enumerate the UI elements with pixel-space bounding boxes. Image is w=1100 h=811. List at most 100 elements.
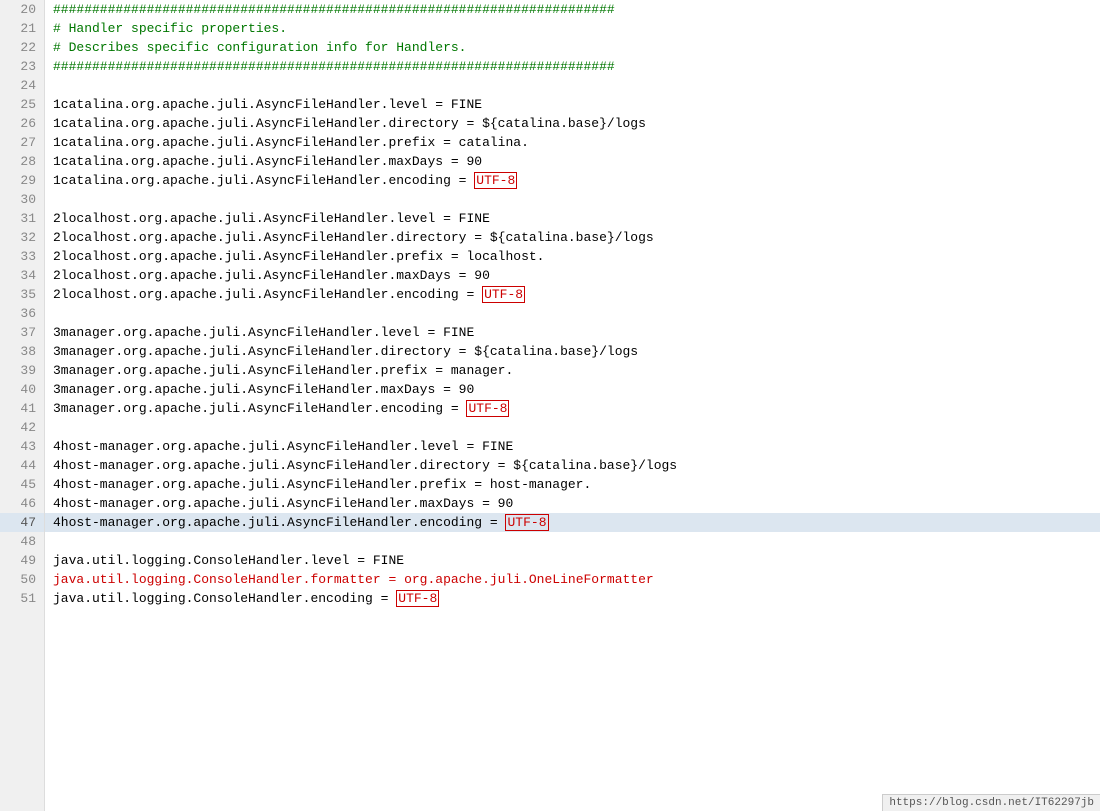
code-line-30 <box>45 190 1100 209</box>
line-number-38: 38 <box>0 342 44 361</box>
code-line-32: 2localhost.org.apache.juli.AsyncFileHand… <box>45 228 1100 247</box>
code-text: 1catalina.org.apache.juli.AsyncFileHandl… <box>53 154 482 169</box>
line-number-28: 28 <box>0 152 44 171</box>
code-line-22: # Describes specific configuration info … <box>45 38 1100 57</box>
code-line-45: 4host-manager.org.apache.juli.AsyncFileH… <box>45 475 1100 494</box>
line-number-35: 35 <box>0 285 44 304</box>
highlighted-value: UTF-8 <box>505 514 548 531</box>
line-number-34: 34 <box>0 266 44 285</box>
code-text: 3manager.org.apache.juli.AsyncFileHandle… <box>53 401 466 416</box>
line-number-31: 31 <box>0 209 44 228</box>
line-number-36: 36 <box>0 304 44 323</box>
line-number-27: 27 <box>0 133 44 152</box>
line-number-25: 25 <box>0 95 44 114</box>
code-text: 2localhost.org.apache.juli.AsyncFileHand… <box>53 287 482 302</box>
code-line-44: 4host-manager.org.apache.juli.AsyncFileH… <box>45 456 1100 475</box>
comment-text: ########################################… <box>53 59 615 74</box>
code-line-48 <box>45 532 1100 551</box>
code-text: 4host-manager.org.apache.juli.AsyncFileH… <box>53 477 591 492</box>
code-text: java.util.logging.ConsoleHandler.encodin… <box>53 591 396 606</box>
code-text: 2localhost.org.apache.juli.AsyncFileHand… <box>53 268 490 283</box>
line-number-24: 24 <box>0 76 44 95</box>
line-number-44: 44 <box>0 456 44 475</box>
highlighted-value: UTF-8 <box>396 590 439 607</box>
line-number-39: 39 <box>0 361 44 380</box>
code-line-20: ########################################… <box>45 0 1100 19</box>
line-number-48: 48 <box>0 532 44 551</box>
code-line-42 <box>45 418 1100 437</box>
line-number-42: 42 <box>0 418 44 437</box>
code-text: 1catalina.org.apache.juli.AsyncFileHandl… <box>53 173 474 188</box>
code-line-25: 1catalina.org.apache.juli.AsyncFileHandl… <box>45 95 1100 114</box>
code-text: 1catalina.org.apache.juli.AsyncFileHandl… <box>53 116 646 131</box>
code-line-34: 2localhost.org.apache.juli.AsyncFileHand… <box>45 266 1100 285</box>
code-line-27: 1catalina.org.apache.juli.AsyncFileHandl… <box>45 133 1100 152</box>
code-text: java.util.logging.ConsoleHandler.level =… <box>53 553 404 568</box>
url-bar: https://blog.csdn.net/IT62297jb <box>882 794 1100 811</box>
code-line-37: 3manager.org.apache.juli.AsyncFileHandle… <box>45 323 1100 342</box>
code-line-51: java.util.logging.ConsoleHandler.encodin… <box>45 589 1100 608</box>
code-text: 3manager.org.apache.juli.AsyncFileHandle… <box>53 325 474 340</box>
highlighted-value: UTF-8 <box>474 172 517 189</box>
code-line-33: 2localhost.org.apache.juli.AsyncFileHand… <box>45 247 1100 266</box>
line-number-47: 47 <box>0 513 44 532</box>
code-text: 2localhost.org.apache.juli.AsyncFileHand… <box>53 211 490 226</box>
code-text: 4host-manager.org.apache.juli.AsyncFileH… <box>53 458 677 473</box>
code-editor: 2021222324252627282930313233343536373839… <box>0 0 1100 811</box>
line-number-29: 29 <box>0 171 44 190</box>
line-number-26: 26 <box>0 114 44 133</box>
line-number-40: 40 <box>0 380 44 399</box>
comment-text: ########################################… <box>53 2 615 17</box>
code-line-35: 2localhost.org.apache.juli.AsyncFileHand… <box>45 285 1100 304</box>
code-line-47: 4host-manager.org.apache.juli.AsyncFileH… <box>45 513 1100 532</box>
line-number-20: 20 <box>0 0 44 19</box>
line-number-23: 23 <box>0 57 44 76</box>
line-number-50: 50 <box>0 570 44 589</box>
code-text: 1catalina.org.apache.juli.AsyncFileHandl… <box>53 135 529 150</box>
red-value-text: org.apache.juli.OneLineFormatter <box>404 572 654 587</box>
code-text: 2localhost.org.apache.juli.AsyncFileHand… <box>53 230 654 245</box>
highlighted-value: UTF-8 <box>466 400 509 417</box>
code-line-26: 1catalina.org.apache.juli.AsyncFileHandl… <box>45 114 1100 133</box>
highlighted-value: UTF-8 <box>482 286 525 303</box>
comment-text: # Handler specific properties. <box>53 21 287 36</box>
code-text: 2localhost.org.apache.juli.AsyncFileHand… <box>53 249 544 264</box>
code-line-41: 3manager.org.apache.juli.AsyncFileHandle… <box>45 399 1100 418</box>
line-number-33: 33 <box>0 247 44 266</box>
line-number-45: 45 <box>0 475 44 494</box>
code-text: 4host-manager.org.apache.juli.AsyncFileH… <box>53 496 513 511</box>
code-line-36 <box>45 304 1100 323</box>
code-line-31: 2localhost.org.apache.juli.AsyncFileHand… <box>45 209 1100 228</box>
line-number-43: 43 <box>0 437 44 456</box>
code-text: 3manager.org.apache.juli.AsyncFileHandle… <box>53 382 474 397</box>
code-text: 4host-manager.org.apache.juli.AsyncFileH… <box>53 515 505 530</box>
line-number-22: 22 <box>0 38 44 57</box>
code-line-39: 3manager.org.apache.juli.AsyncFileHandle… <box>45 361 1100 380</box>
code-line-23: ########################################… <box>45 57 1100 76</box>
red-code-text: java.util.logging.ConsoleHandler.formatt… <box>53 572 404 587</box>
line-number-37: 37 <box>0 323 44 342</box>
line-number-51: 51 <box>0 589 44 608</box>
line-number-21: 21 <box>0 19 44 38</box>
line-number-41: 41 <box>0 399 44 418</box>
code-line-43: 4host-manager.org.apache.juli.AsyncFileH… <box>45 437 1100 456</box>
code-text: 3manager.org.apache.juli.AsyncFileHandle… <box>53 344 638 359</box>
code-line-50: java.util.logging.ConsoleHandler.formatt… <box>45 570 1100 589</box>
line-number-49: 49 <box>0 551 44 570</box>
code-text: 4host-manager.org.apache.juli.AsyncFileH… <box>53 439 513 454</box>
code-line-28: 1catalina.org.apache.juli.AsyncFileHandl… <box>45 152 1100 171</box>
code-line-29: 1catalina.org.apache.juli.AsyncFileHandl… <box>45 171 1100 190</box>
line-numbers: 2021222324252627282930313233343536373839… <box>0 0 45 811</box>
code-line-49: java.util.logging.ConsoleHandler.level =… <box>45 551 1100 570</box>
code-line-46: 4host-manager.org.apache.juli.AsyncFileH… <box>45 494 1100 513</box>
code-line-24 <box>45 76 1100 95</box>
line-number-32: 32 <box>0 228 44 247</box>
comment-text: # Describes specific configuration info … <box>53 40 466 55</box>
line-number-46: 46 <box>0 494 44 513</box>
code-text: 3manager.org.apache.juli.AsyncFileHandle… <box>53 363 513 378</box>
code-content[interactable]: ########################################… <box>45 0 1100 811</box>
code-line-38: 3manager.org.apache.juli.AsyncFileHandle… <box>45 342 1100 361</box>
code-line-21: # Handler specific properties. <box>45 19 1100 38</box>
code-text: 1catalina.org.apache.juli.AsyncFileHandl… <box>53 97 482 112</box>
code-line-40: 3manager.org.apache.juli.AsyncFileHandle… <box>45 380 1100 399</box>
